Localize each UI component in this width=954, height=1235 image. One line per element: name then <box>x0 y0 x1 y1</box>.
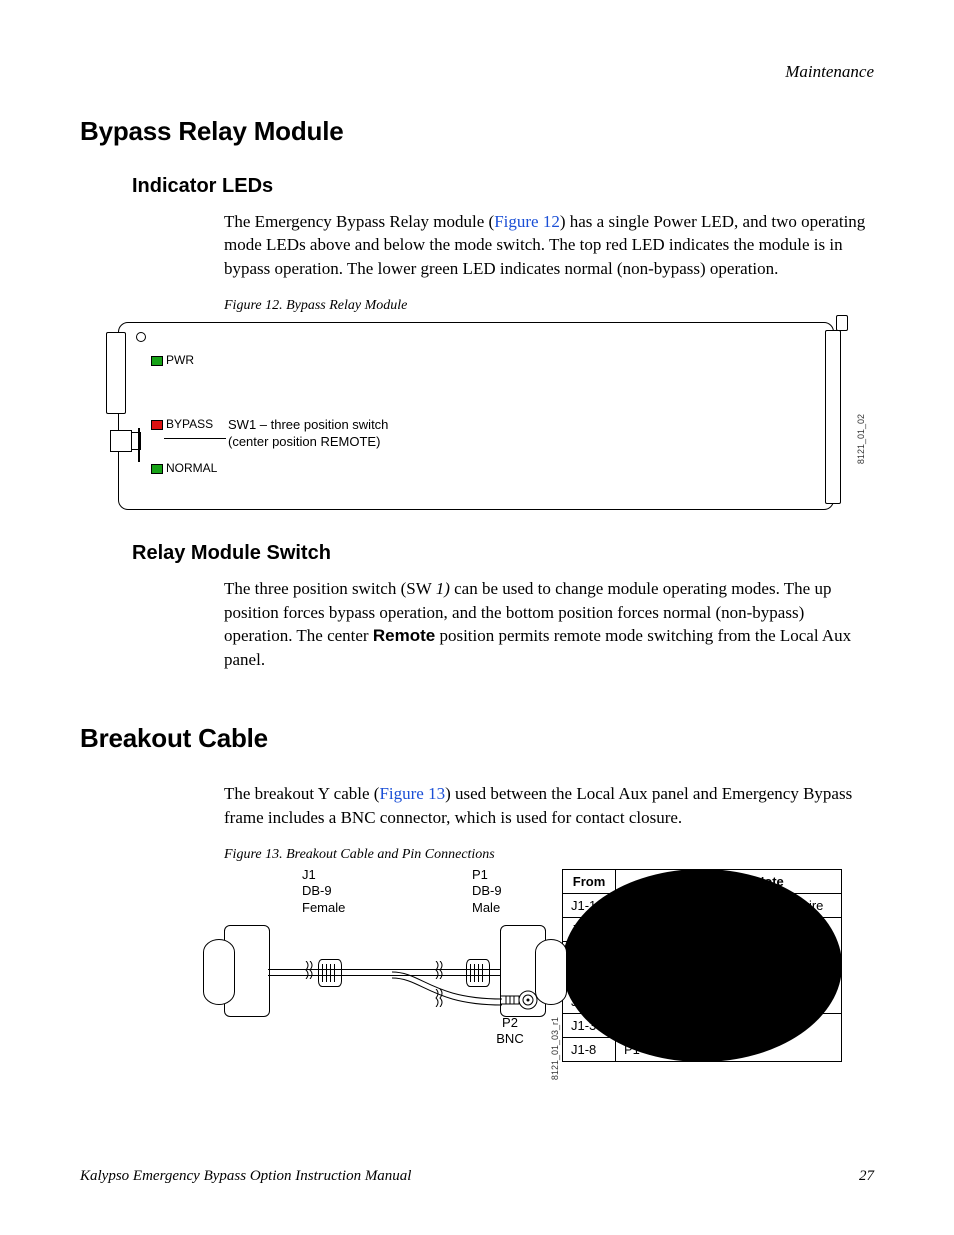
mount-tab <box>106 332 126 414</box>
figure-id: 8121_01_02 <box>856 414 866 464</box>
figure-id: 8121_01_03_r1 <box>550 1017 560 1080</box>
text: DB-9 <box>302 883 332 898</box>
text: The Emergency Bypass Relay module ( <box>224 212 494 231</box>
cell-to: P1-5 <box>616 894 698 918</box>
text: SW1 – three position switch <box>228 417 388 432</box>
cell-from: J1-7 <box>563 942 616 966</box>
table-header-note: Note <box>697 870 841 894</box>
text: P1 <box>472 867 488 882</box>
footer-title: Kalypso Emergency Bypass Option Instruct… <box>80 1168 411 1185</box>
mount-tab <box>836 315 848 331</box>
cell-note: BNC connector <box>697 966 841 1014</box>
cell-note: Use cable drain wire <box>697 894 841 918</box>
cell-note: Twisted pair <box>697 918 841 966</box>
cell-from: J1-6 <box>563 990 616 1014</box>
text: P2 <box>502 1015 518 1030</box>
running-head: Maintenance <box>80 62 874 82</box>
text: Male <box>472 900 500 915</box>
switch-body <box>110 430 132 452</box>
para-indicator-leds: The Emergency Bypass Relay module (Figur… <box>224 210 874 280</box>
para-relay-module-switch: The three position switch (SW 1) can be … <box>224 577 874 671</box>
cable-break-icon <box>434 961 444 979</box>
label-pwr: PWR <box>166 353 194 367</box>
figure-13: J1 DB-9 Female P1 DB-9 Male P2 BNC <box>164 867 546 1067</box>
leader-line <box>164 438 226 439</box>
figure-12-caption: Figure 12. Bypass Relay Module <box>224 298 874 314</box>
cell-to: P2-Shield <box>616 990 698 1014</box>
switch-number: 1) <box>436 579 450 598</box>
cell-from: J1-8 <box>563 1038 616 1062</box>
cable-break-icon <box>304 961 314 979</box>
connector-label-j1: J1 DB-9 Female <box>302 867 382 916</box>
text: BNC <box>496 1031 523 1046</box>
cell-to: P2-Center <box>616 966 698 990</box>
heading-bypass-relay-module: Bypass Relay Module <box>80 116 874 147</box>
switch-annotation: SW1 – three position switch (center posi… <box>228 417 388 451</box>
heading-relay-module-switch: Relay Module Switch <box>132 542 874 565</box>
heading-indicator-leds: Indicator LEDs <box>132 175 874 198</box>
led-bypass-icon <box>151 420 163 430</box>
cell-from: J1-3 <box>563 1014 616 1038</box>
text: The breakout Y cable ( <box>224 784 379 803</box>
table-row: J1-3P1-3Twisted pair <box>563 1014 842 1038</box>
cell-to: P1-7 <box>616 942 698 966</box>
cell-note: Twisted pair <box>697 1014 841 1062</box>
table-header-from: From <box>563 870 616 894</box>
edge-connector <box>825 330 841 504</box>
table-row: J1-4P2-CenterBNC connector <box>563 966 842 990</box>
cell-to: P1-2 <box>616 918 698 942</box>
switch-stem <box>138 428 140 462</box>
page: Maintenance Bypass Relay Module Indicato… <box>0 0 954 1235</box>
text: The three position switch (SW <box>224 579 436 598</box>
cell-to: P1-8 <box>616 1038 698 1062</box>
label-normal: NORMAL <box>166 461 217 475</box>
board-outline <box>118 322 834 510</box>
text: DB-9 <box>472 883 502 898</box>
remote-label: Remote <box>373 626 435 645</box>
ferrite-icon <box>318 959 342 987</box>
link-figure-13[interactable]: Figure 13 <box>379 784 445 803</box>
bnc-connector-icon <box>500 987 538 1013</box>
para-breakout-cable: The breakout Y cable (Figure 13) used be… <box>224 782 874 829</box>
cable-break-icon <box>434 989 444 1007</box>
connector-label-p1: P1 DB-9 Male <box>472 867 552 916</box>
cell-to: P1-3 <box>616 1014 698 1038</box>
text: (center position REMOTE) <box>228 434 380 449</box>
label-bypass: BYPASS <box>166 417 213 431</box>
heading-breakout-cable: Breakout Cable <box>80 723 874 754</box>
figure-13-caption: Figure 13. Breakout Cable and Pin Connec… <box>224 847 874 863</box>
footer-page-number: 27 <box>859 1168 874 1185</box>
link-figure-12[interactable]: Figure 12 <box>494 212 560 231</box>
table-header-to: To <box>616 870 698 894</box>
led-normal-icon <box>151 464 163 474</box>
text: Female <box>302 900 345 915</box>
page-footer: Kalypso Emergency Bypass Option Instruct… <box>80 1168 874 1185</box>
pin-connections-table: From To Note J1-1P1-5Use cable drain wir… <box>562 869 842 1062</box>
table-row: J1-2P1-2Twisted pair <box>563 918 842 942</box>
table-row: J1-1P1-5Use cable drain wire <box>563 894 842 918</box>
cell-from: J1-2 <box>563 918 616 942</box>
cable-y-split <box>392 969 512 1009</box>
text: J1 <box>302 867 316 882</box>
cell-from: J1-1 <box>563 894 616 918</box>
db9-female-icon <box>224 925 270 1017</box>
cell-from: J1-4 <box>563 966 616 990</box>
led-power-icon <box>151 356 163 366</box>
figure-12: PWR BYPASS NORMAL SW1 – three position s… <box>118 318 838 518</box>
connector-label-p2: P2 BNC <box>480 1015 540 1048</box>
